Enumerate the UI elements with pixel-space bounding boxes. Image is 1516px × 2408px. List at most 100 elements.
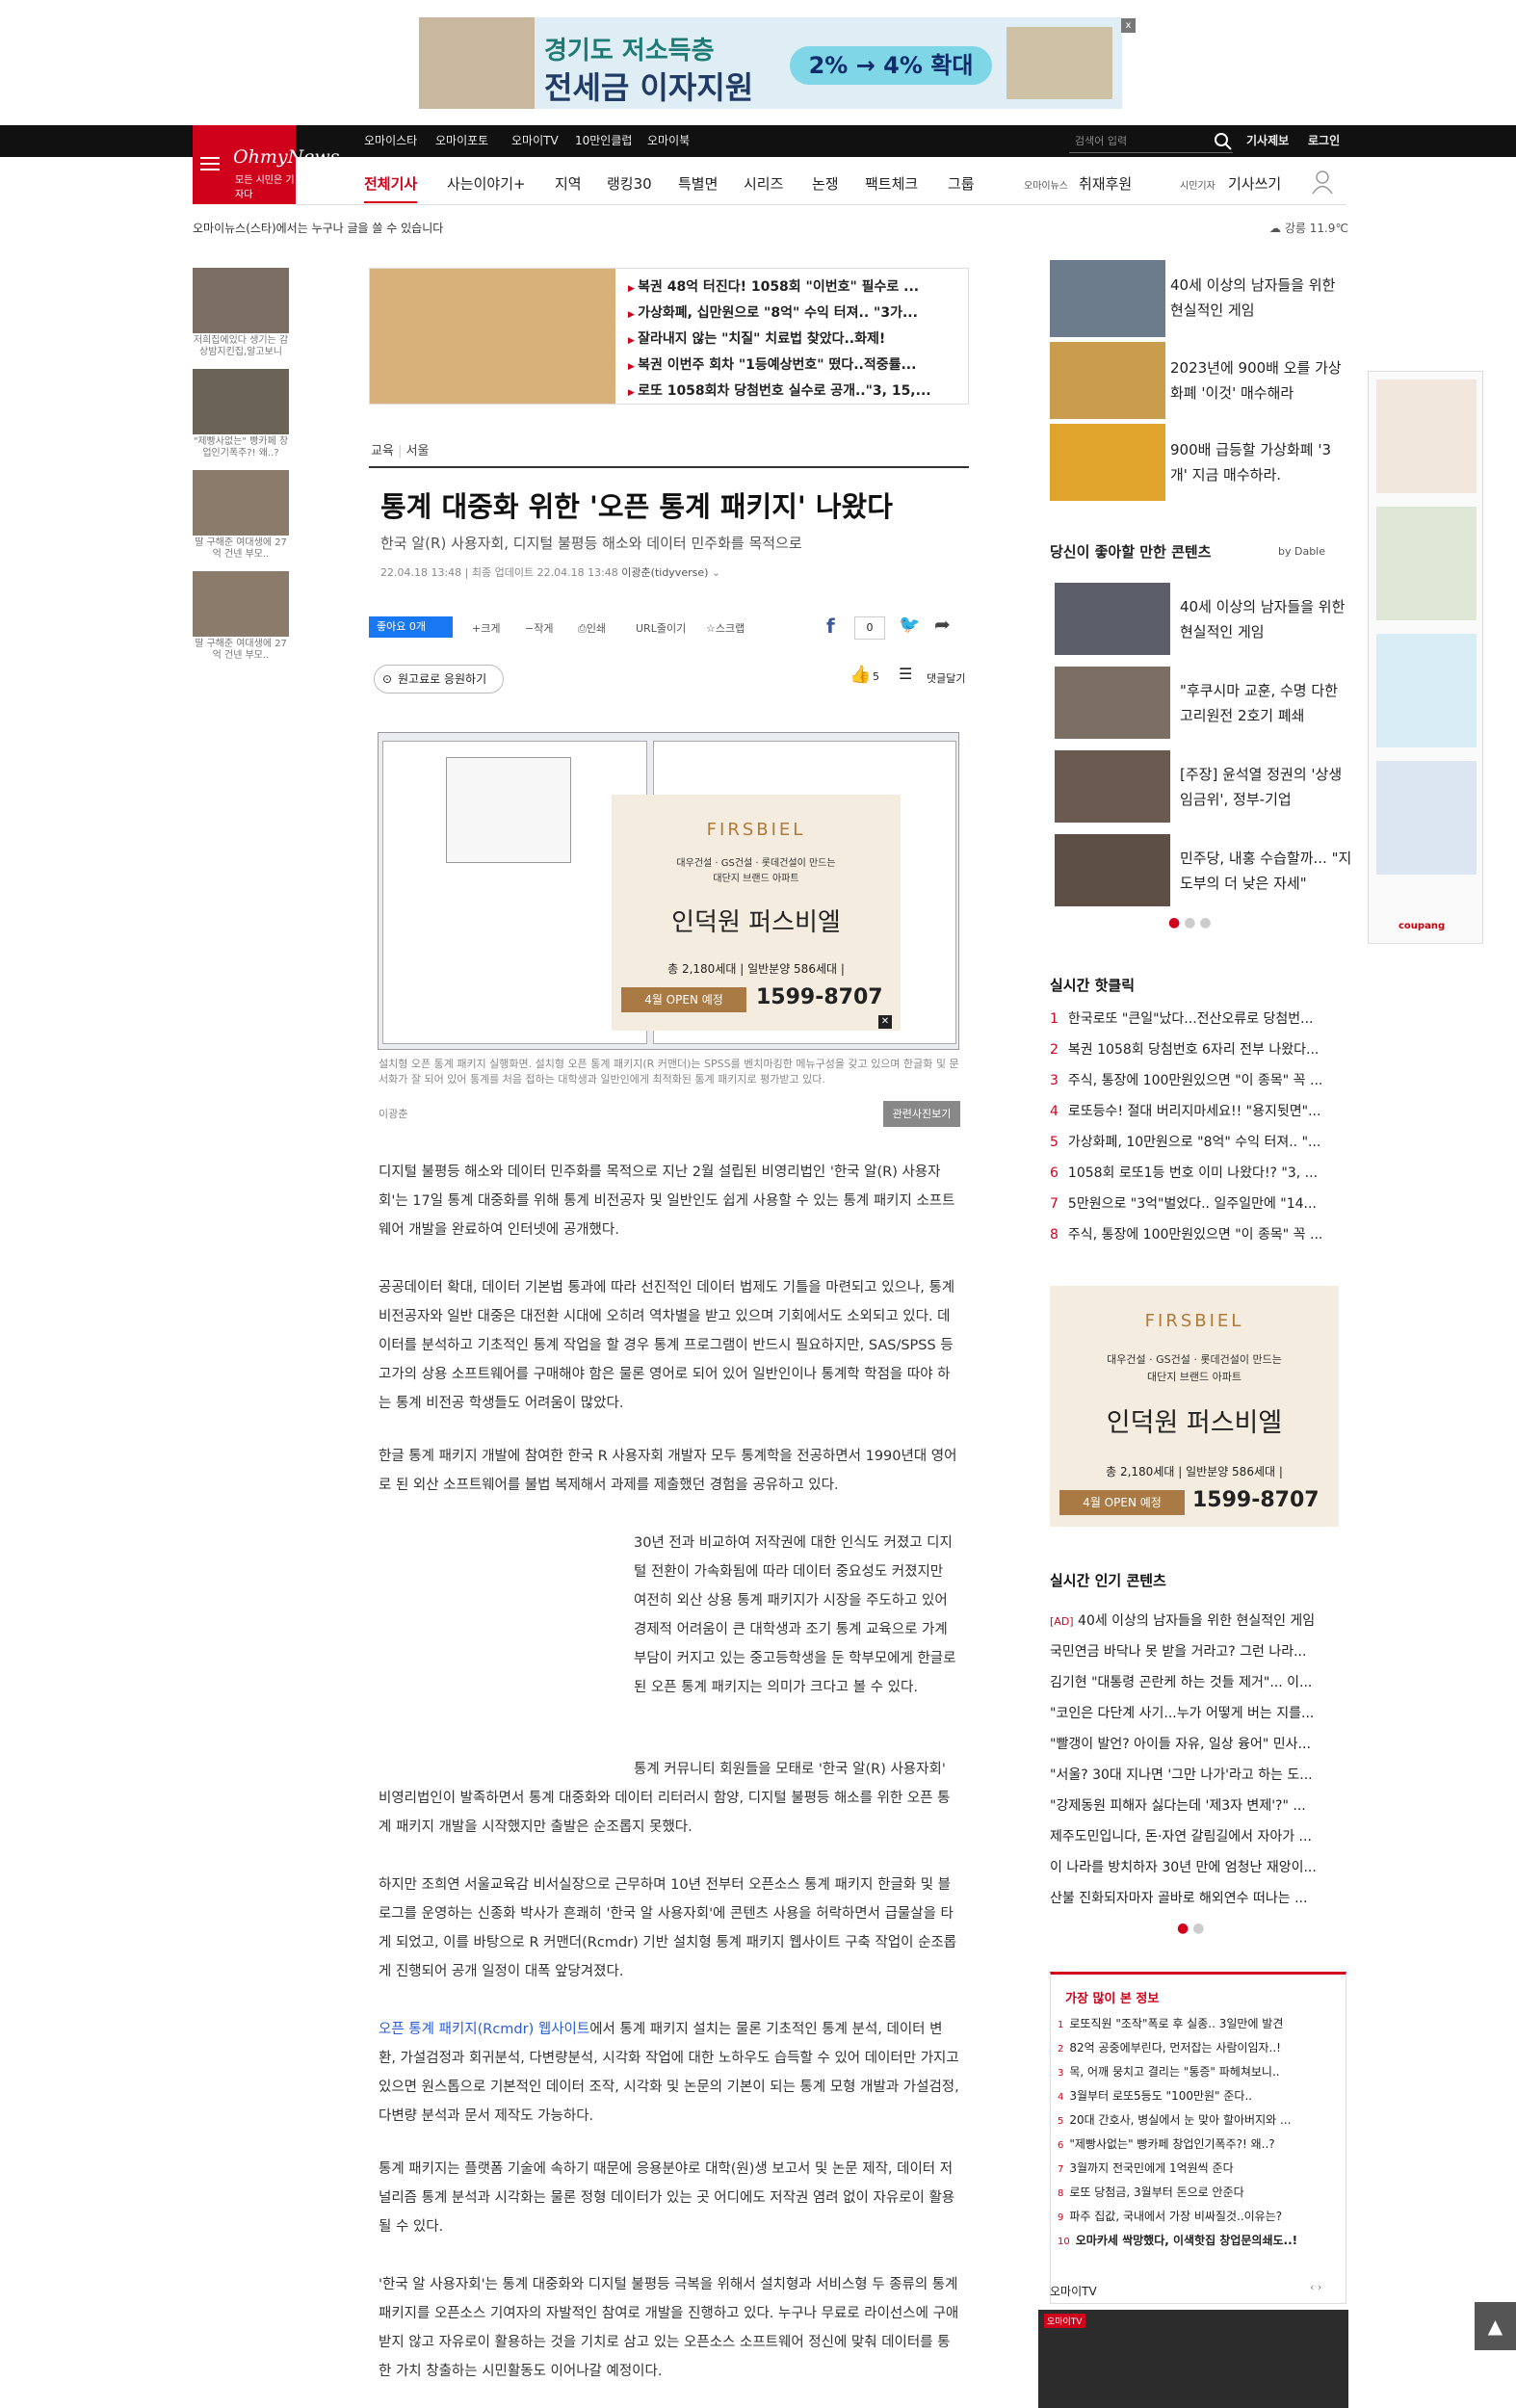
coupang-ad[interactable]: [1368, 371, 1483, 944]
top-banner-ad[interactable]: 경기도 저소득층 전세금 이자지원 2% → 4% 확대: [419, 17, 1122, 109]
facebook-icon[interactable]: f: [826, 615, 835, 638]
inline-ad-link-3[interactable]: 잘라내지 않는 "치질" 치료법 찾았다..화제!: [628, 328, 960, 348]
thumbs-up-icon[interactable]: 👍: [849, 665, 871, 685]
dable-brand[interactable]: by Dable: [1278, 545, 1325, 558]
search-input[interactable]: 검색어 입력: [1069, 130, 1233, 153]
scroll-to-top-button[interactable]: ▲: [1475, 2302, 1516, 2350]
dable-link-3[interactable]: [주장] 윤석열 정권의 '상생임금위', 정부-기업: [1180, 762, 1353, 812]
breadcrumb-category[interactable]: 교육: [371, 444, 394, 458]
coupang-product-1[interactable]: [1376, 380, 1477, 493]
firsbiel-side-ad[interactable]: FIRSBIEL 대우건설 · GS건설 · 롯데건설이 만드는 대단지 브랜드…: [1050, 1286, 1339, 1527]
hot-item-1[interactable]: 1 한국로또 "큰일"났다...전산오류로 당첨번...: [1050, 1008, 1339, 1028]
nav-special[interactable]: 특별면: [678, 173, 718, 194]
login-link[interactable]: 로그인: [1308, 125, 1340, 157]
left-caption-2[interactable]: "제빵사없는" 빵카페 창업인기폭주?! 왜..?: [193, 436, 289, 459]
cheer-button[interactable]: ⊙ 원고료로 응원하기: [374, 665, 504, 694]
pager-dot-active[interactable]: ●: [1168, 915, 1184, 930]
dable-link-1[interactable]: 40세 이상의 남자들을 위한 현실적인 게임: [1180, 594, 1353, 644]
site-link-photo[interactable]: 오마이포토: [435, 125, 488, 157]
inline-ad-link-4[interactable]: 복권 이번주 회차 "1등예상번호" 떴다..적중률...: [628, 354, 960, 374]
close-icon[interactable]: ✕: [878, 1015, 892, 1029]
ad-close-button[interactable]: x: [1121, 18, 1136, 33]
dable-thumb-1[interactable]: [1055, 583, 1170, 655]
popular-item-3[interactable]: 김기현 "대통령 곤란케 하는 것들 제거"... 이...: [1050, 1672, 1339, 1691]
mv-item-8[interactable]: 8 로또 당첨금, 3월부터 돈으로 안준다: [1058, 2184, 1337, 2200]
inline-ad-link-2[interactable]: 가상화폐, 십만원으로 "8억" 수익 터져.. "3가...: [628, 302, 960, 322]
mv-item-5[interactable]: 5 20대 간호사, 병실에서 눈 맞아 할아버지와 ...: [1058, 2111, 1337, 2128]
popular-item-1[interactable]: [AD] 40세 이상의 남자들을 위한 현실적인 게임: [1050, 1610, 1339, 1630]
popular-item-9[interactable]: 이 나라를 방치하자 30년 만에 엄청난 재앙이...: [1050, 1857, 1339, 1876]
comment-link[interactable]: 댓글달기: [927, 670, 965, 686]
popular-item-10[interactable]: 산불 진화되자마자 골바로 해외연수 떠나는 ...: [1050, 1888, 1339, 1907]
dable-pager[interactable]: ●●●: [1168, 915, 1215, 930]
popular-pager[interactable]: ●●: [1177, 1921, 1208, 1936]
facebook-like-button[interactable]: 좋아요 0개: [369, 616, 453, 638]
menu-icon[interactable]: [200, 157, 220, 170]
report-link[interactable]: 기사제보: [1246, 125, 1289, 157]
rcmdr-website-link[interactable]: 오픈 통계 패키지(Rcmdr) 웹사이트: [379, 2022, 589, 2037]
dable-thumb-3[interactable]: [1055, 750, 1170, 823]
left-caption-3[interactable]: 딸 구해준 여대생에 27억 건넨 부모..: [193, 537, 289, 561]
firsbiel-ad-overlay[interactable]: FIRSBIEL 대우건설 · GS건설 · 롯데건설이 만드는 대단지 브랜드…: [612, 795, 901, 1031]
inline-ad-link-5[interactable]: 로또 1058회차 당첨번호 실수로 공개.."3, 15,...: [628, 380, 960, 400]
site-link-book[interactable]: 오마이북: [647, 125, 690, 157]
hot-item-7[interactable]: 7 5만원으로 "3억"벌었다.. 일주일만에 "14...: [1050, 1193, 1339, 1213]
hot-item-2[interactable]: 2 복권 1058회 당첨번호 6자리 전부 나왔다...: [1050, 1039, 1339, 1059]
nav-ranking[interactable]: 랭킹30: [607, 173, 652, 194]
font-bigger-button[interactable]: +크게: [472, 620, 500, 636]
popular-item-5[interactable]: "빨갱이 발언? 아이들 자유, 일상 융어" 민사...: [1050, 1734, 1339, 1753]
popular-item-7[interactable]: "강제동원 피해자 싫다는데 '제3자 변제'?" ...: [1050, 1795, 1339, 1815]
nav-factcheck[interactable]: 팩트체크: [865, 173, 918, 194]
left-thumb-2[interactable]: [193, 369, 289, 434]
ohmytv-video[interactable]: 오마이TV: [1038, 2310, 1348, 2408]
coupang-product-4[interactable]: [1376, 761, 1477, 875]
right-link-1[interactable]: 40세 이상의 남자들을 위한 현실적인 게임: [1170, 273, 1344, 323]
dable-thumb-4[interactable]: [1055, 834, 1170, 906]
nav-all-articles[interactable]: 전체기사: [364, 173, 418, 203]
hot-item-6[interactable]: 6 1058회 로또1등 번호 이미 나왔다!? "3, ...: [1050, 1163, 1339, 1182]
dable-link-2[interactable]: "후쿠시마 교훈, 수명 다한 고리원전 2호기 폐쇄: [1180, 678, 1353, 728]
right-thumb-1[interactable]: [1050, 260, 1165, 337]
left-thumb-3[interactable]: [193, 470, 289, 536]
inline-ad-link-1[interactable]: 복권 48억 터진다! 1058회 "이번호" 필수로 ...: [628, 276, 960, 296]
print-button[interactable]: ⎙인쇄: [578, 620, 606, 636]
right-thumb-3[interactable]: [1050, 424, 1165, 501]
popular-item-2[interactable]: 국민연금 바닥나 못 받을 거라고? 그런 나라...: [1050, 1641, 1339, 1661]
left-thumb-1[interactable]: [193, 268, 289, 333]
mv-item-7[interactable]: 7 3월까지 전국민에게 1억원씩 준다: [1058, 2159, 1337, 2176]
comment-icon[interactable]: ☰: [899, 665, 912, 683]
left-thumb-4[interactable]: [193, 571, 289, 637]
site-logo[interactable]: OhmyNews 모든 시민은 기자다: [193, 125, 339, 204]
search-icon[interactable]: [1214, 132, 1233, 151]
popular-pager-active[interactable]: ●: [1177, 1921, 1192, 1936]
mv-item-1[interactable]: 1 로또직원 "조작"폭로 후 실종.. 3일만에 발견: [1058, 2015, 1337, 2031]
right-link-2[interactable]: 2023년에 900배 오를 가상화폐 '이것' 매수해라: [1170, 355, 1344, 406]
popular-item-8[interactable]: 제주도민입니다, 돈·자연 갈림길에서 자아가 ...: [1050, 1826, 1339, 1845]
share-icon[interactable]: ➦: [934, 613, 951, 636]
mv-item-4[interactable]: 4 3월부터 로또5등도 "100만원" 준다..: [1058, 2087, 1337, 2104]
inline-ad[interactable]: 복권 48억 터진다! 1058회 "이번호" 필수로 ... 가상화폐, 십만…: [369, 268, 969, 405]
tv-prev-next[interactable]: ‹ ›: [1310, 2281, 1321, 2293]
left-caption-1[interactable]: 저희집에있다 생기는 감상밤지킨집,알고보니: [193, 335, 289, 358]
mv-item-3[interactable]: 3 목, 어깨 뭉치고 결리는 "통증" 파헤쳐보니..: [1058, 2063, 1337, 2080]
site-link-tv[interactable]: 오마이TV: [511, 125, 559, 157]
author-link[interactable]: 이광춘(tidyverse): [621, 566, 708, 579]
site-link-club[interactable]: 10만인클럽: [575, 125, 632, 157]
font-smaller-button[interactable]: −작게: [525, 620, 553, 636]
popular-item-6[interactable]: "서울? 30대 지나면 '그만 나가'라고 하는 도...: [1050, 1765, 1339, 1784]
mv-item-9[interactable]: 9 파주 집값, 국내에서 가장 비싸질것..이유는?: [1058, 2208, 1337, 2224]
sponsor-link[interactable]: 취재후원: [1079, 173, 1132, 194]
nav-life[interactable]: 사는이야기+: [447, 173, 526, 194]
user-icon[interactable]: [1312, 170, 1333, 195]
mv-item-10[interactable]: 10 오마카세 싹망했다, 이색핫집 창업문의쇄도..!: [1058, 2232, 1337, 2248]
right-link-3[interactable]: 900배 급등할 가상화폐 '3개' 지금 매수하라.: [1170, 437, 1344, 487]
left-caption-4[interactable]: 딸 구해준 여대생에 27억 건넨 부모..: [193, 639, 289, 662]
dable-thumb-2[interactable]: [1055, 667, 1170, 739]
nav-series[interactable]: 시리즈: [744, 173, 783, 194]
right-thumb-2[interactable]: [1050, 342, 1165, 419]
url-shorten-button[interactable]: URL줄이기: [636, 620, 686, 636]
related-photos-button[interactable]: 관련사진보기: [883, 1101, 960, 1127]
write-article-link[interactable]: 기사쓰기: [1228, 173, 1281, 194]
hot-item-3[interactable]: 3 주식, 통장에 100만원있으면 "이 종목" 꼭 ...: [1050, 1070, 1339, 1089]
hot-item-5[interactable]: 5 가상화폐, 10만원으로 "8억" 수익 터져.. "...: [1050, 1132, 1339, 1151]
